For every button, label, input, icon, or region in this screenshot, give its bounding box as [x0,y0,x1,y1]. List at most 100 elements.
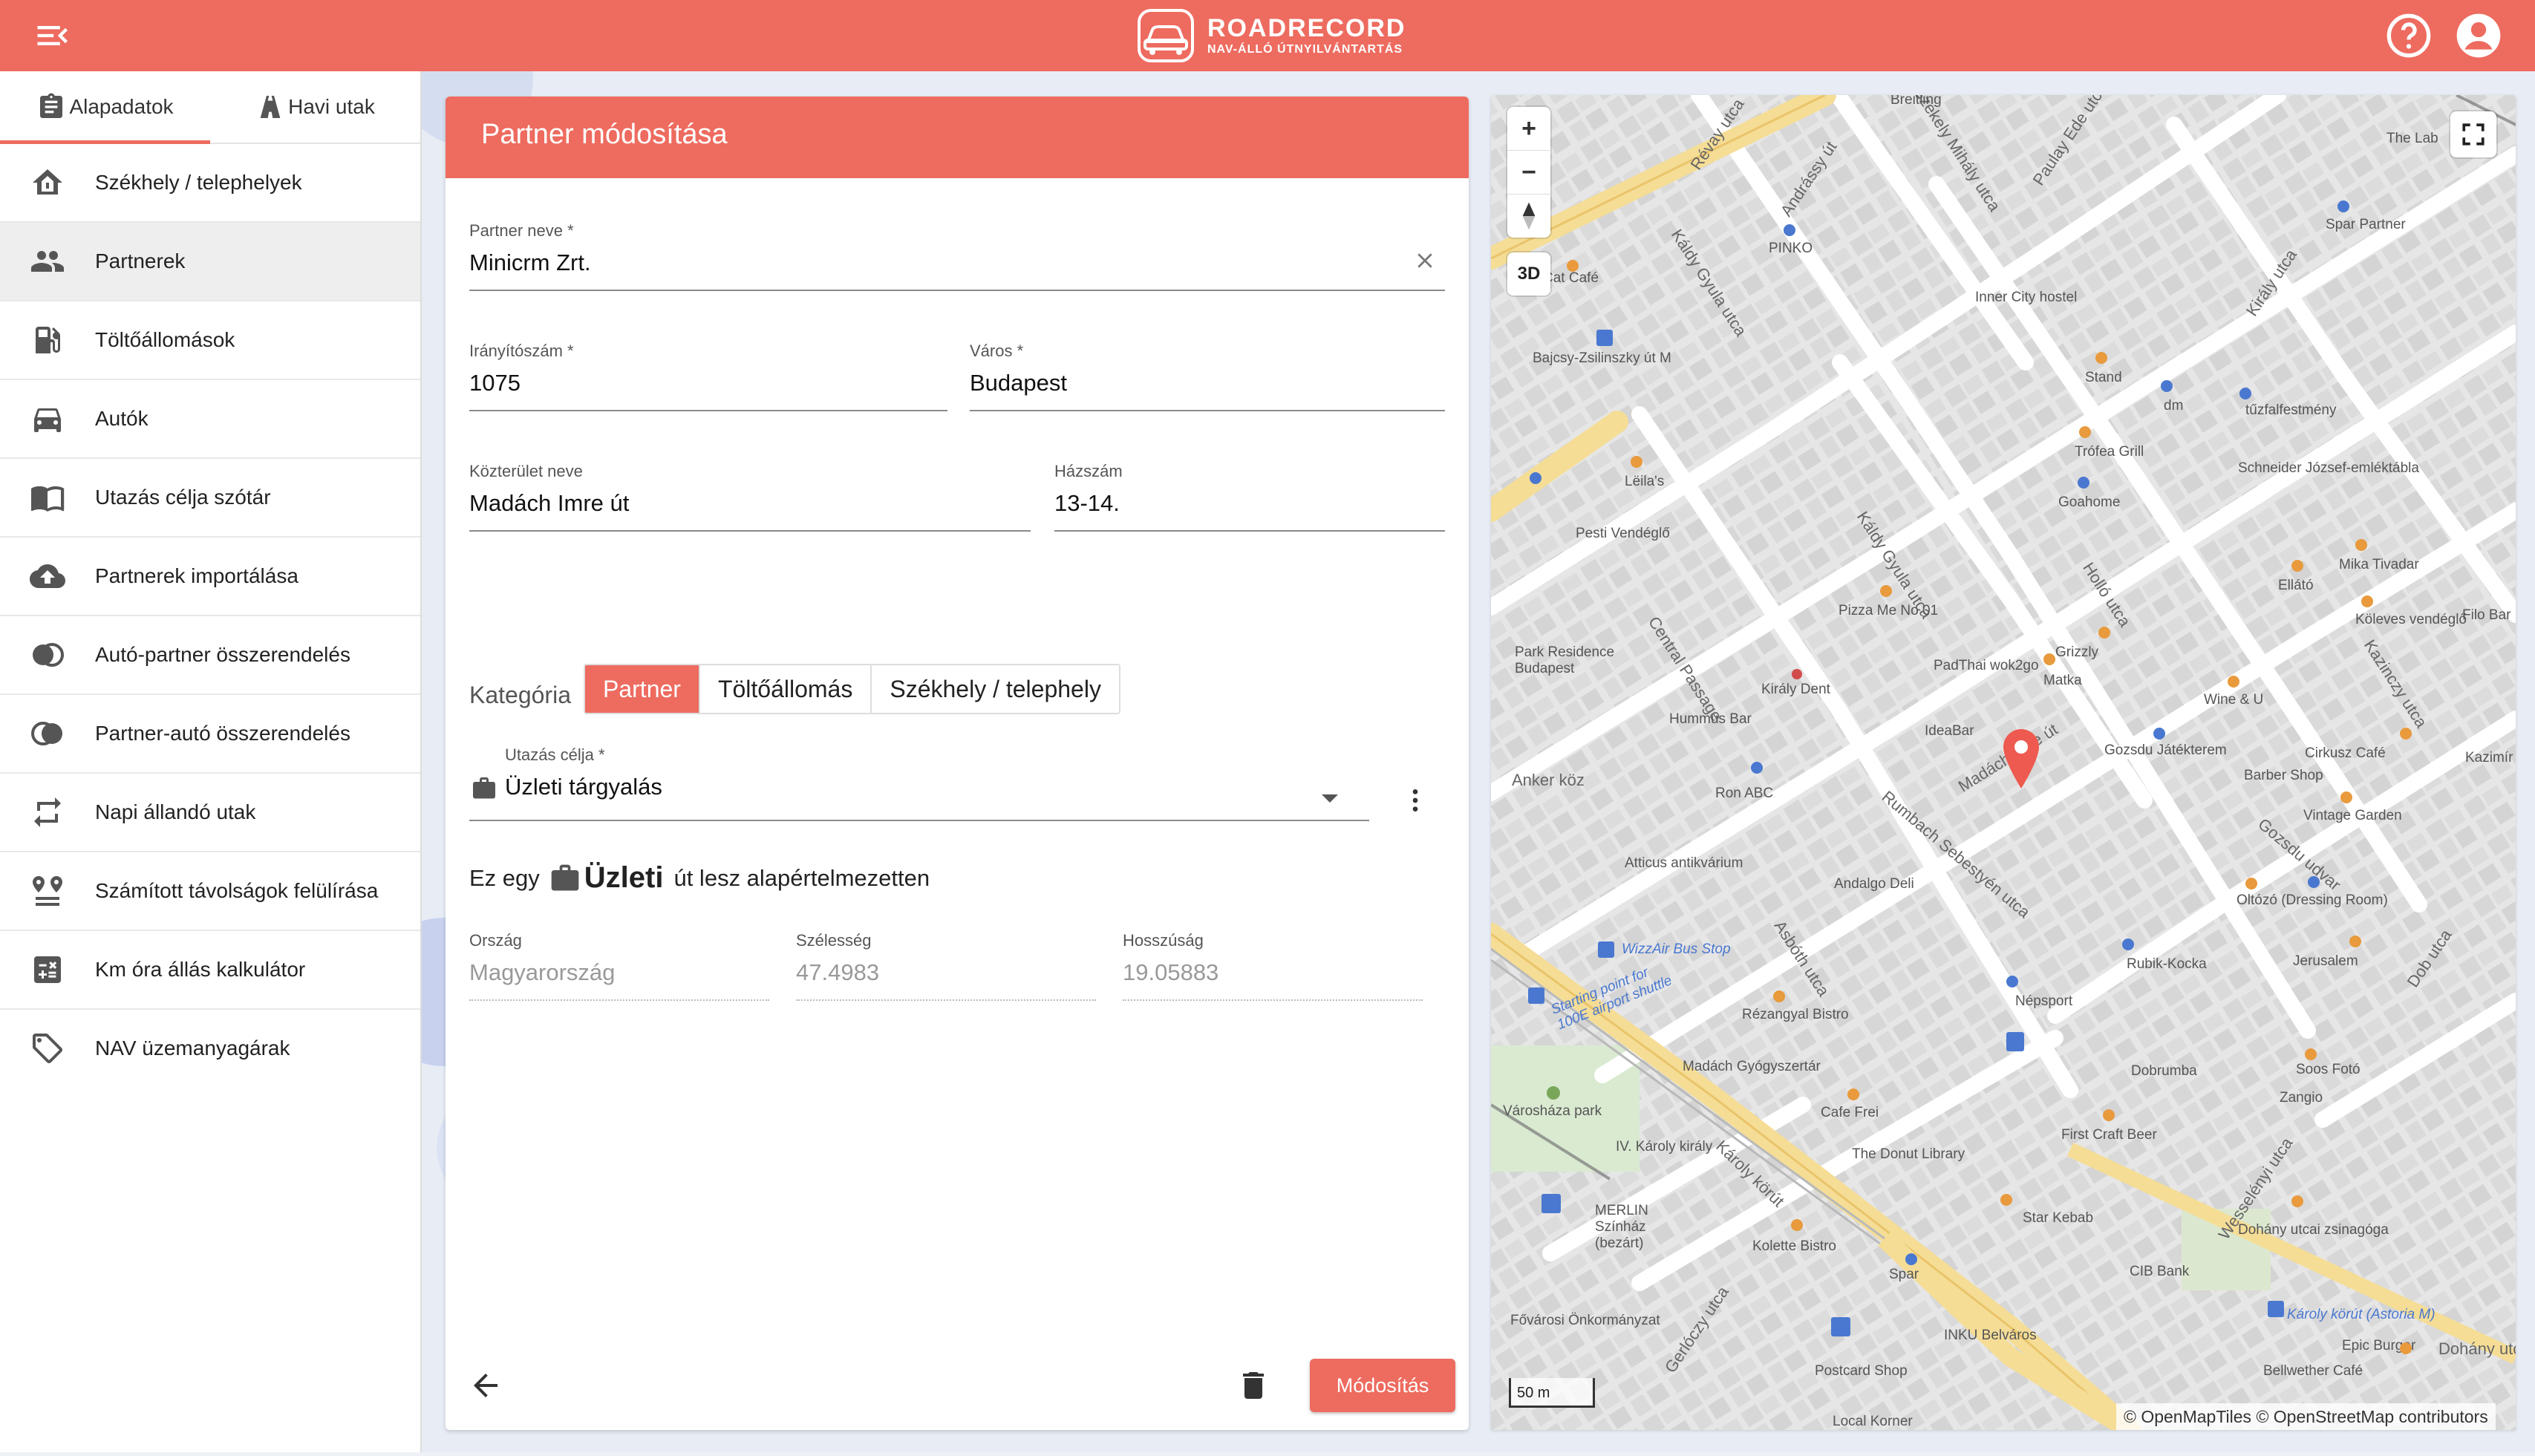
latitude-value: 47.4983 [796,959,880,985]
collapse-menu-icon[interactable] [33,16,71,55]
sidebar-item-label: Partnerek importálása [95,564,298,587]
sidebar-tabs: Alapadatok Havi utak [0,71,420,144]
sidebar-item-label: Számított távolságok felülírása [95,879,379,902]
cloud-upload-icon [30,564,65,588]
card-title: Partner módosítása [481,119,728,150]
sidebar-item-label: Utazás célja szótár [95,486,271,509]
map-3d-button[interactable]: 3D [1507,252,1550,296]
sidebar-item-km-kalkulator[interactable]: Km óra állás kalkulátor [0,931,420,1010]
partner-name-field[interactable]: Partner neve * Minicrm Zrt. [469,221,1445,296]
car-logo-icon [1138,9,1194,62]
zip-value[interactable]: 1075 [469,370,521,396]
latitude-field: Szélesség 47.4983 [796,931,1096,1005]
field-underline [469,410,947,411]
people-icon [31,251,64,272]
compass-icon [1522,202,1536,230]
sidebar-item-partnerek[interactable]: Partnerek [0,223,420,301]
default-prefix: Ez egy [469,864,540,891]
sidebar-item-partnerek-importalasa[interactable]: Partnerek importálása [0,538,420,616]
sidebar-item-napi-utak[interactable]: Napi állandó utak [0,774,420,852]
road-icon [260,96,281,118]
compass-button[interactable] [1507,195,1550,238]
sidebar-item-label: NAV üzemanyagárak [95,1036,290,1060]
toggle-icon [31,722,62,745]
toggle-icon [33,643,64,667]
brand-logo[interactable]: ROADRECORD NAV-ÁLLÓ ÚTNYILVÁNTARTÁS [1135,4,1406,67]
back-arrow-icon[interactable] [468,1368,503,1403]
city-field[interactable]: Város * Budapest [970,342,1445,416]
sidebar-item-toltoallomasok[interactable]: Töltőállomások [0,301,420,380]
tab-label: Alapadatok [69,95,174,118]
city-label: Város * [970,342,1024,360]
longitude-field: Hosszúság 19.05883 [1123,931,1423,1005]
purpose-label: Utazás célja * [505,745,605,764]
brand-name: ROADRECORD [1207,14,1406,42]
zip-field[interactable]: Irányítószám * 1075 [469,342,947,416]
street-field[interactable]: Közterület neve Madách Imre út [469,462,1031,536]
house-number-field[interactable]: Házszám 13-14. [1054,462,1445,536]
map-view[interactable]: Révay utca Andrássy út Székely Mihály ut… [1491,95,2516,1430]
top-app-bar: ROADRECORD NAV-ÁLLÓ ÚTNYILVÁNTARTÁS [0,0,2535,71]
category-fuel-station-button[interactable]: Töltőállomás [699,665,872,713]
field-underline [469,999,769,1001]
sidebar-item-label: Székhely / telephelyek [95,171,302,194]
account-icon[interactable] [2455,12,2502,59]
save-button[interactable]: Módosítás [1310,1359,1455,1412]
longitude-value: 19.05883 [1123,959,1219,985]
tab-havi-utak[interactable]: Havi utak [210,71,420,143]
sidebar-item-nav-uzemanyagarak[interactable]: NAV üzemanyagárak [0,1010,420,1087]
sidebar-item-autok[interactable]: Autók [0,380,420,459]
category-toggle-group: Partner Töltőállomás Székhely / telephel… [584,664,1120,714]
street-value[interactable]: Madách Imre út [469,490,629,517]
field-underline [469,290,1445,291]
partner-edit-card: Partner módosítása Partner neve * Minicr… [446,97,1469,1430]
longitude-label: Hosszúság [1123,931,1204,950]
category-partner-button[interactable]: Partner [585,665,700,713]
sidebar-item-partner-auto[interactable]: Partner-autó összerendelés [0,695,420,774]
sidebar-item-label: Autók [95,407,149,430]
house-number-value[interactable]: 13-14. [1054,490,1120,517]
category-headquarters-button[interactable]: Székhely / telephely [872,665,1119,713]
country-label: Ország [469,931,522,950]
default-purpose-text: Ez egy Üzleti út lesz alapértelmezetten [469,861,930,895]
chevron-down-icon[interactable] [1322,794,1338,803]
sidebar-item-label: Partner-autó összerendelés [95,722,350,745]
sidebar-item-label: Km óra állás kalkulátor [95,958,306,981]
tab-alapadatok[interactable]: Alapadatok [0,71,210,143]
country-value: Magyarország [469,959,616,985]
default-suffix: út lesz alapértelmezetten [673,864,930,891]
fullscreen-button[interactable] [2450,111,2496,157]
zip-label: Irányítószám * [469,342,574,360]
sidebar-item-utazas-celja[interactable]: Utazás célja szótár [0,459,420,538]
field-underline [469,530,1031,532]
sidebar-item-szekhely[interactable]: Székhely / telephelyek [0,144,420,223]
zoom-in-button[interactable]: + [1507,107,1550,151]
location-pin-icon[interactable] [2003,728,2039,790]
default-emphasis: Üzleti [584,861,664,894]
street-label: Közterület neve [469,462,583,480]
briefcase-icon [473,777,495,799]
city-value[interactable]: Budapest [970,370,1067,396]
zoom-out-button[interactable]: − [1507,151,1550,195]
fuel-icon [36,327,60,353]
purpose-select[interactable]: Utazás célja * Üzleti tárgyalás [469,745,1369,823]
brand-subtitle: NAV-ÁLLÓ ÚTNYILVÁNTARTÁS [1207,43,1403,56]
repeat-icon [34,797,61,827]
card-header: Partner módosítása [446,97,1469,178]
sidebar: Alapadatok Havi utak Székhely / telephel… [0,71,422,1452]
partner-name-value[interactable]: Minicrm Zrt. [469,249,591,276]
sidebar-item-tavolsagok[interactable]: Számított távolságok felülírása [0,852,420,931]
sidebar-item-auto-partner[interactable]: Autó-partner összerendelés [0,616,420,695]
purpose-value[interactable]: Üzleti tárgyalás [505,774,662,800]
sidebar-item-label: Töltőállomások [95,328,235,351]
help-icon[interactable] [2385,12,2433,59]
more-vert-icon[interactable] [1400,783,1430,818]
pin-pair-icon [33,876,62,906]
category-label: Kategória [469,682,571,708]
sidebar-item-label: Autó-partner összerendelés [95,643,350,666]
map-attribution[interactable]: © OpenMapTiles © OpenStreetMap contribut… [2116,1403,2496,1430]
delete-icon[interactable] [1236,1368,1271,1403]
latitude-label: Szélesség [796,931,872,950]
field-underline [469,820,1369,821]
clear-icon[interactable] [1414,249,1436,272]
